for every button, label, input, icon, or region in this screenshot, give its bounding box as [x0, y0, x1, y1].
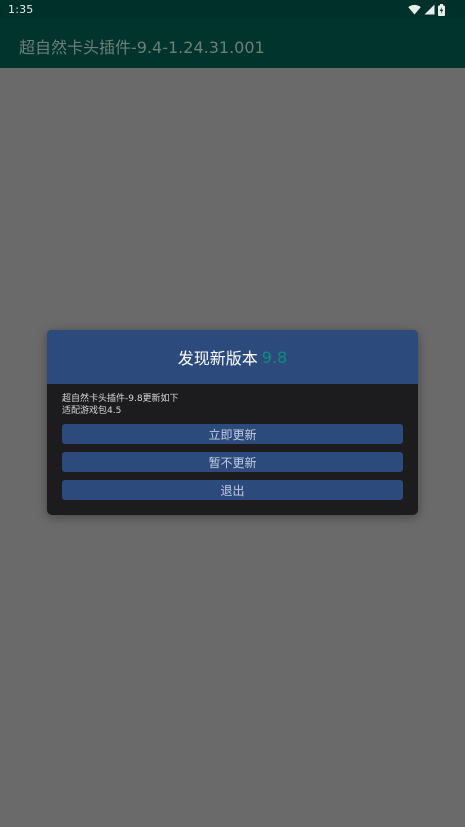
- app-bar: 超自然卡头插件-9.4-1.24.31.001: [0, 19, 465, 68]
- status-icons: [408, 3, 445, 16]
- battery-charging-icon: [438, 3, 445, 16]
- app-title: 超自然卡头插件-9.4-1.24.31.001: [19, 38, 265, 57]
- dialog-version: 9.8: [261, 347, 288, 367]
- dialog-header: 发现新版本 9.8: [47, 330, 418, 384]
- update-dialog: 发现新版本 9.8 超自然卡头插件-9.8更新如下 适配游戏包4.5 立即更新 …: [47, 330, 418, 515]
- wifi-icon: [408, 4, 421, 15]
- update-now-button[interactable]: 立即更新: [62, 424, 403, 444]
- dialog-message: 超自然卡头插件-9.8更新如下 适配游戏包4.5: [62, 393, 402, 417]
- not-now-button[interactable]: 暂不更新: [62, 452, 403, 472]
- dialog-message-line: 适配游戏包4.5: [62, 406, 122, 416]
- dialog-message-line: 超自然卡头插件-9.8更新如下: [62, 394, 179, 404]
- cell-signal-icon: [424, 4, 435, 15]
- dialog-title: 发现新版本: [177, 349, 258, 368]
- exit-button[interactable]: 退出: [62, 480, 403, 500]
- status-bar: 1:35: [0, 0, 465, 19]
- status-time: 1:35: [8, 3, 34, 16]
